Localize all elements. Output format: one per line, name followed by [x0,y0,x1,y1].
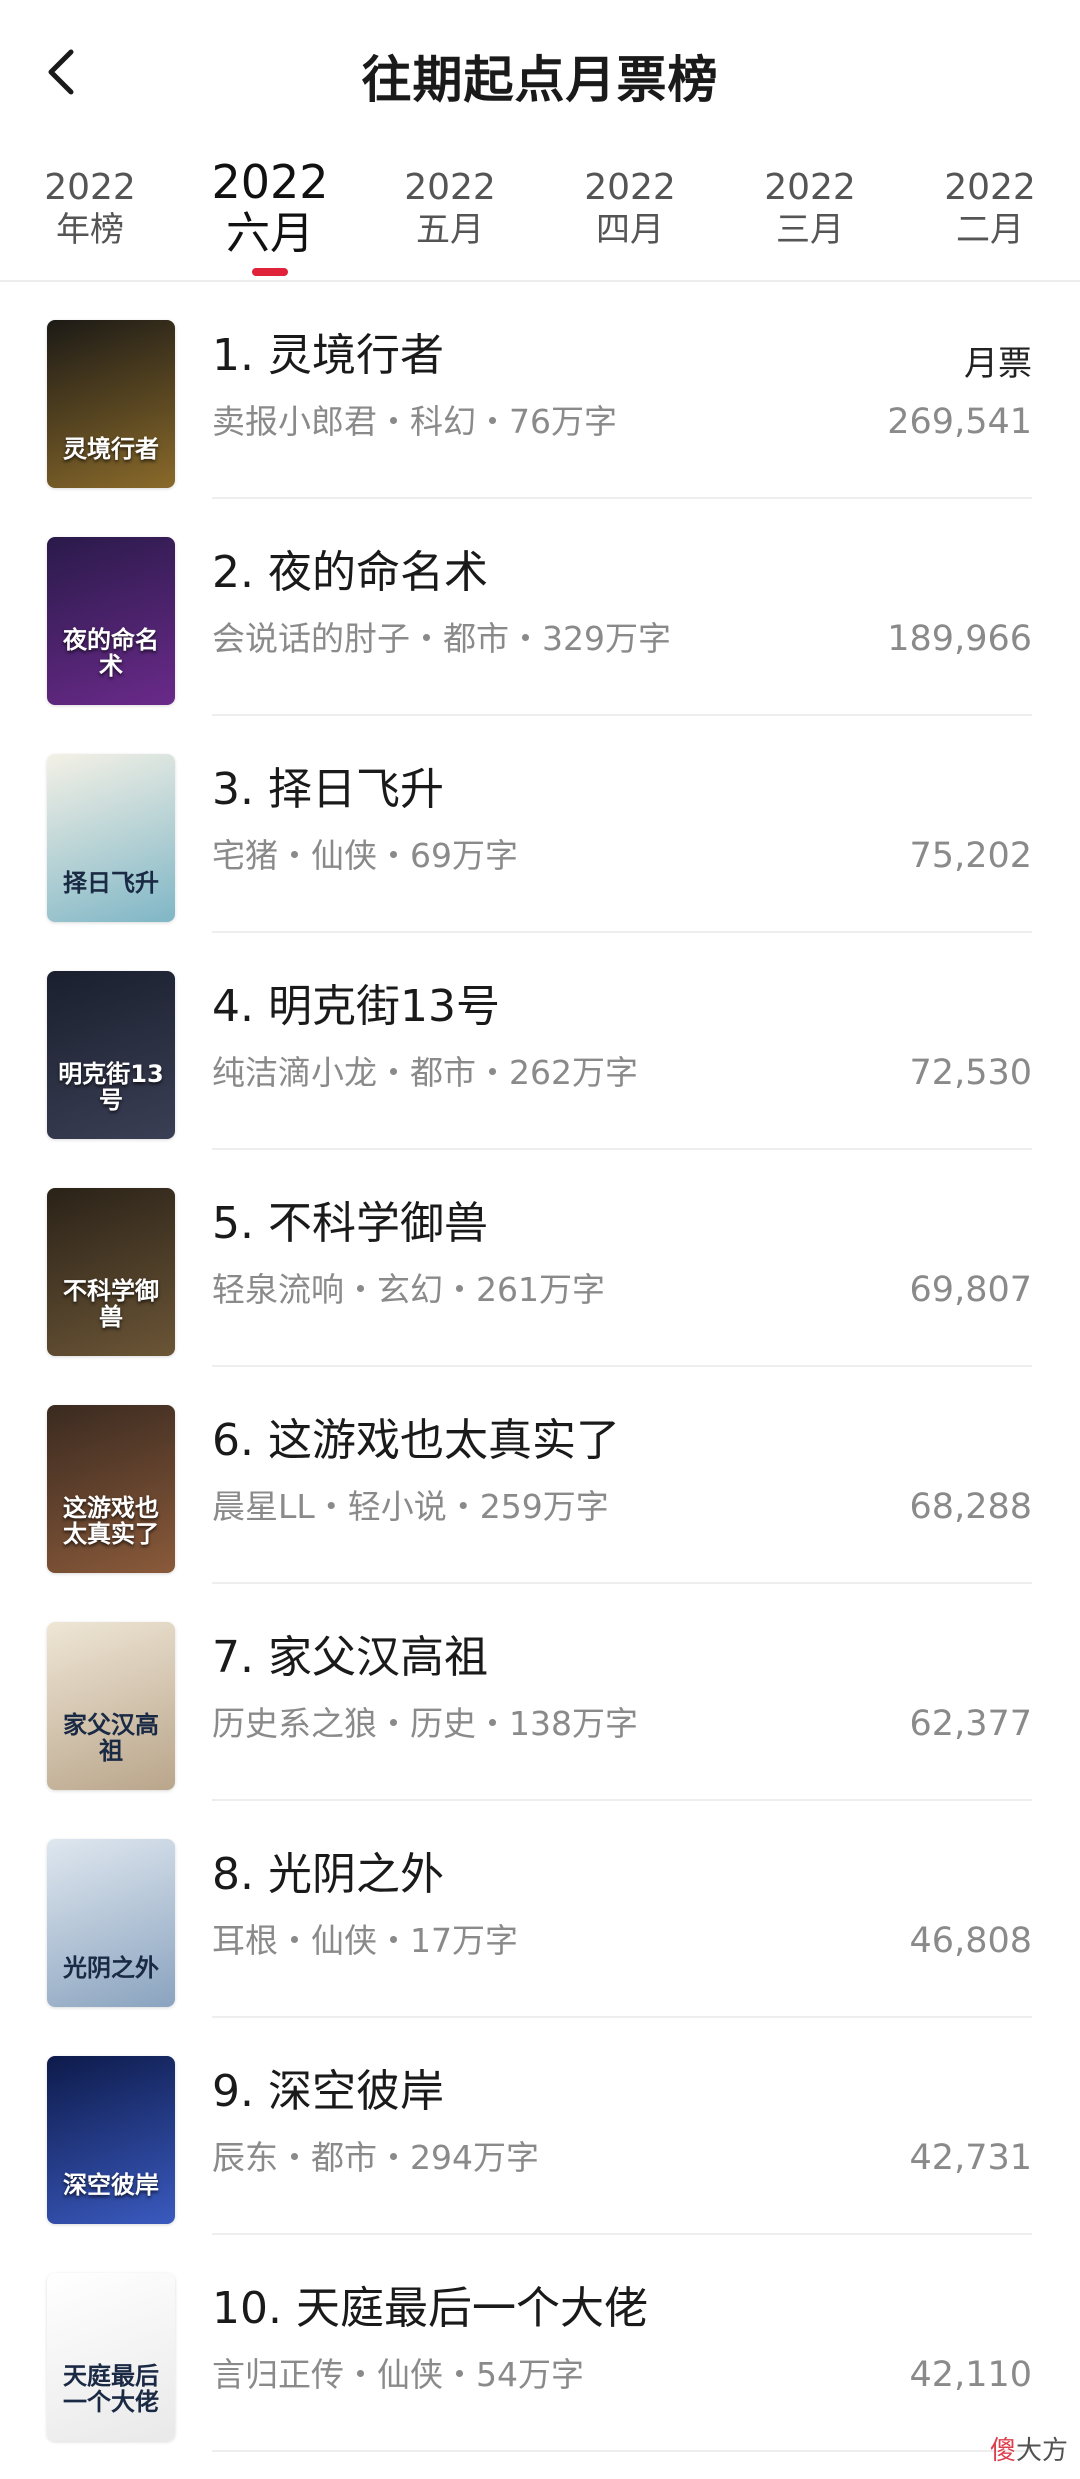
book-meta: 耳根・仙侠・17万字 [212,1921,518,1960]
book-row[interactable]: 光阴之外 8. 光阴之外耳根・仙侠・17万字 46,808 [0,1801,1080,2018]
tab-2022-march[interactable]: 2022 三月 [730,168,890,252]
book-meta: 轻泉流响・玄幻・261万字 [212,1270,605,1309]
book-title[interactable]: 4. 明克街13号 [212,979,500,1035]
tab-year: 2022 [44,167,136,208]
page-title: 往期起点月票榜 [361,51,719,109]
book-title[interactable]: 5. 不科学御兽 [212,1196,488,1252]
tab-label: 四月 [596,210,664,250]
monthly-vote-count: 42,110 [909,2355,1032,2395]
book-title[interactable]: 6. 这游戏也太真实了 [212,1413,620,1469]
cover-title-art: 天庭最后一个大佬 [63,2362,159,2416]
book-meta: 辰东・都市・294万字 [212,2138,539,2177]
tab-year: 2022 [944,167,1036,208]
book-row[interactable]: 灵境行者 1. 灵境行者 月票卖报小郎君・科幻・76万字 269,541 [0,282,1080,499]
page: 往期起点月票榜 2022 年榜 2022 六月 2022 五月 2022 四月 … [0,0,1080,2479]
book-title[interactable]: 8. 光阴之外 [212,1847,444,1903]
book-cover[interactable]: 深空彼岸 [47,2056,175,2224]
book-meta: 宅猪・仙侠・69万字 [212,836,518,875]
tab-label: 六月 [226,208,314,259]
book-cover[interactable]: 择日飞升 [47,754,175,922]
cover-title-art: 深空彼岸 [63,2171,159,2199]
book-row[interactable]: 明克街13号 4. 明克街13号纯洁滴小龙・都市・262万字 72,530 [0,933,1080,1150]
book-row[interactable]: 这游戏也太真实了 6. 这游戏也太真实了晨星LL・轻小说・259万字 68,288 [0,1367,1080,1584]
book-title[interactable]: 10. 天庭最后一个大佬 [212,2281,648,2337]
tab-year: 2022 [211,155,329,209]
tab-year: 2022 [404,167,496,208]
watermark-red-char: 傻 [989,2436,1016,2466]
book-title[interactable]: 9. 深空彼岸 [212,2064,444,2120]
book-row[interactable]: 天庭最后一个大佬 10. 天庭最后一个大佬言归正传・仙侠・54万字 42,110 [0,2235,1080,2452]
tab-2022-may[interactable]: 2022 五月 [370,168,530,252]
book-meta: 晨星LL・轻小说・259万字 [212,1487,609,1526]
active-tab-indicator [252,268,288,276]
tab-2022-annual[interactable]: 2022 年榜 [10,168,170,252]
book-row[interactable]: 夜的命名术 2. 夜的命名术会说话的肘子・都市・329万字 189,966 [0,499,1080,716]
monthly-vote-label: 月票 [964,344,1032,384]
watermark: 傻大方 [990,2430,1068,2467]
book-cover[interactable]: 这游戏也太真实了 [47,1405,175,1573]
book-cover[interactable]: 夜的命名术 [47,537,175,705]
tab-2022-april[interactable]: 2022 四月 [550,168,710,252]
book-title[interactable]: 1. 灵境行者 [212,328,444,384]
tab-year: 2022 [584,167,676,208]
monthly-vote-count: 68,288 [909,1487,1032,1527]
book-meta: 会说话的肘子・都市・329万字 [212,619,671,658]
cover-title-art: 光阴之外 [63,1954,159,1982]
monthly-vote-count: 46,808 [909,1921,1032,1961]
book-cover[interactable]: 不科学御兽 [47,1188,175,1356]
book-cover[interactable]: 天庭最后一个大佬 [47,2273,175,2441]
book-title[interactable]: 7. 家父汉高祖 [212,1630,488,1686]
book-row[interactable]: 择日飞升 3. 择日飞升宅猪・仙侠・69万字 75,202 [0,716,1080,933]
monthly-vote-count: 72,530 [909,1053,1032,1093]
cover-title-art: 择日飞升 [63,869,159,897]
header: 往期起点月票榜 [0,0,1080,150]
book-cover[interactable]: 家父汉高祖 [47,1622,175,1790]
book-cover[interactable]: 光阴之外 [47,1839,175,2007]
book-title[interactable]: 2. 夜的命名术 [212,545,488,601]
book-meta: 历史系之狼・历史・138万字 [212,1704,638,1743]
book-title[interactable]: 3. 择日飞升 [212,762,444,818]
cover-title-art: 夜的命名术 [63,626,159,680]
watermark-text: 大方 [1015,2436,1068,2466]
tab-label: 五月 [416,210,484,250]
book-cover[interactable]: 灵境行者 [47,320,175,488]
tab-label: 三月 [776,210,844,250]
monthly-vote-count: 62,377 [909,1704,1032,1744]
book-cover[interactable]: 明克街13号 [47,971,175,1139]
tab-2022-june[interactable]: 2022 六月 [190,156,350,260]
book-row[interactable]: 深空彼岸 9. 深空彼岸辰东・都市・294万字 42,731 [0,2018,1080,2235]
book-meta: 纯洁滴小龙・都市・262万字 [212,1053,638,1092]
cover-title-art: 家父汉高祖 [63,1711,159,1765]
monthly-vote-count: 75,202 [909,836,1032,876]
monthly-vote-count: 269,541 [887,402,1032,442]
monthly-vote-count: 189,966 [887,619,1032,659]
monthly-vote-count: 69,807 [909,1270,1032,1310]
tab-label: 二月 [956,210,1024,250]
row-divider [212,2450,1032,2452]
book-meta: 卖报小郎君・科幻・76万字 [212,402,617,441]
cover-title-art: 明克街13号 [58,1060,164,1114]
cover-title-art: 这游戏也太真实了 [63,1494,159,1548]
cover-title-art: 不科学御兽 [63,1277,159,1331]
tab-2022-february[interactable]: 2022 二月 [910,168,1070,252]
cover-title-art: 灵境行者 [63,435,159,463]
monthly-vote-count: 42,731 [909,2138,1032,2178]
book-meta: 言归正传・仙侠・54万字 [212,2355,584,2394]
book-row[interactable]: 家父汉高祖 7. 家父汉高祖历史系之狼・历史・138万字 62,377 [0,1584,1080,1801]
tab-year: 2022 [764,167,856,208]
tab-label: 年榜 [56,210,124,250]
book-row[interactable]: 不科学御兽 5. 不科学御兽轻泉流响・玄幻・261万字 69,807 [0,1150,1080,1367]
month-tabs: 2022 年榜 2022 六月 2022 五月 2022 四月 2022 三月 … [0,150,1080,282]
